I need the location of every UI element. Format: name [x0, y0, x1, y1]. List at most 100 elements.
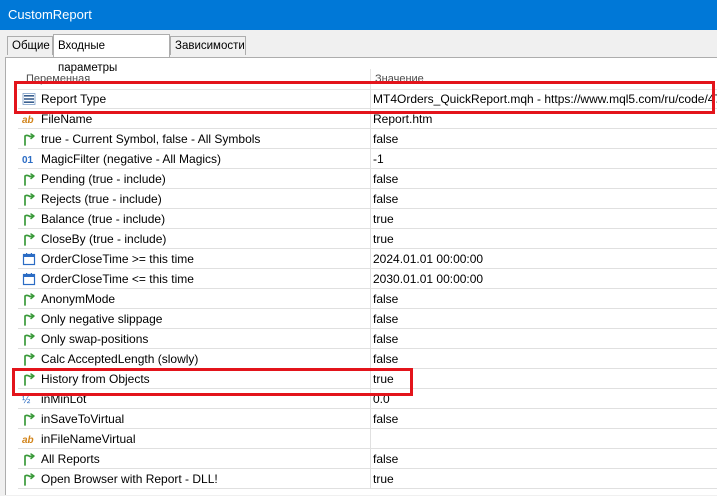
param-row[interactable]: OrderCloseTime >= this time 2024.01.01 00…: [18, 249, 717, 269]
param-value[interactable]: 0.0: [373, 392, 390, 406]
param-row[interactable]: true - Current Symbol, false - All Symbo…: [18, 129, 717, 149]
title-bar: CustomReport: [0, 0, 717, 30]
param-value[interactable]: false: [373, 352, 398, 366]
param-row[interactable]: ab FileName Report.htm: [18, 109, 717, 129]
column-separator: [370, 89, 371, 109]
bool-icon: [22, 172, 36, 186]
param-value[interactable]: 2030.01.01 00:00:00: [373, 272, 483, 286]
calendar-icon: [22, 272, 36, 286]
bool-icon: [22, 232, 36, 246]
param-value[interactable]: Report.htm: [373, 112, 432, 126]
column-separator: [370, 109, 371, 129]
column-separator: [370, 409, 371, 429]
param-value[interactable]: false: [373, 192, 398, 206]
param-value[interactable]: false: [373, 132, 398, 146]
param-name: Calc AcceptedLength (slowly): [41, 352, 199, 366]
param-row[interactable]: Only negative slippage false: [18, 309, 717, 329]
column-separator: [370, 269, 371, 289]
grid-header: Переменная Значение: [18, 69, 717, 90]
parameters-grid: Переменная Значение Report Type MT4Orders…: [18, 69, 717, 496]
bool-icon: [22, 192, 36, 206]
bool-icon: [22, 372, 36, 386]
param-name: OrderCloseTime <= this time: [41, 272, 194, 286]
param-row[interactable]: Rejects (true - include) false: [18, 189, 717, 209]
param-row[interactable]: AnonymMode false: [18, 289, 717, 309]
column-separator: [370, 449, 371, 469]
tab-strip: Общие Входные параметры Зависимости: [0, 34, 717, 74]
param-value[interactable]: false: [373, 312, 398, 326]
param-row[interactable]: OrderCloseTime <= this time 2030.01.01 00…: [18, 269, 717, 289]
param-name: Rejects (true - include): [41, 192, 162, 206]
bool-icon: [22, 352, 36, 366]
bool-icon: [22, 132, 36, 146]
param-row[interactable]: Open Browser with Report - DLL! true: [18, 469, 717, 489]
param-row[interactable]: Balance (true - include) true: [18, 209, 717, 229]
column-separator: [370, 209, 371, 229]
column-separator: [370, 229, 371, 249]
tab-general[interactable]: Общие: [7, 36, 53, 55]
param-name: Only swap-positions: [41, 332, 149, 346]
param-value[interactable]: MT4Orders_QuickReport.mqh - https://www.…: [373, 92, 717, 106]
param-row[interactable]: Pending (true - include) false: [18, 169, 717, 189]
param-name: inMinLot: [41, 392, 87, 406]
tab-dependencies[interactable]: Зависимости: [170, 36, 246, 55]
column-separator: [370, 249, 371, 269]
column-separator: [370, 389, 371, 409]
window-title: CustomReport: [8, 7, 92, 22]
param-name: Open Browser with Report - DLL!: [41, 472, 218, 486]
param-value[interactable]: false: [373, 172, 398, 186]
param-name: FileName: [41, 112, 93, 126]
param-row[interactable]: History from Objects true: [18, 369, 717, 389]
param-row[interactable]: Report Type MT4Orders_QuickReport.mqh - h…: [18, 89, 717, 109]
bool-icon: [22, 412, 36, 426]
param-row[interactable]: 01 MagicFilter (negative - All Magics) -1: [18, 149, 717, 169]
param-value[interactable]: false: [373, 332, 398, 346]
column-separator: [370, 469, 371, 489]
param-row[interactable]: ½ inMinLot 0.0: [18, 389, 717, 409]
double-icon: ½: [22, 395, 31, 406]
param-row[interactable]: Calc AcceptedLength (slowly) false: [18, 349, 717, 369]
param-name: Balance (true - include): [41, 212, 166, 226]
calendar-icon: [22, 252, 36, 266]
param-name: CloseBy (true - include): [41, 232, 167, 246]
parameters-panel: Переменная Значение Report Type MT4Orders…: [5, 57, 717, 495]
column-separator: [370, 329, 371, 349]
column-separator: [370, 189, 371, 209]
param-name: Pending (true - include): [41, 172, 166, 186]
param-value[interactable]: false: [373, 292, 398, 306]
param-value[interactable]: 2024.01.01 00:00:00: [373, 252, 483, 266]
param-name: MagicFilter (negative - All Magics): [41, 152, 222, 166]
param-value[interactable]: -1: [373, 152, 384, 166]
bool-icon: [22, 292, 36, 306]
param-value[interactable]: true: [373, 472, 394, 486]
column-separator: [370, 369, 371, 389]
column-separator: [370, 149, 371, 169]
list-icon: [22, 92, 36, 106]
header-separator[interactable]: [370, 69, 371, 89]
param-value[interactable]: true: [373, 212, 394, 226]
param-name: Report Type: [41, 92, 107, 106]
column-separator: [370, 429, 371, 449]
param-name: inSaveToVirtual: [41, 412, 125, 426]
param-value[interactable]: false: [373, 412, 398, 426]
int-icon: 01: [22, 155, 34, 166]
header-value[interactable]: Значение: [375, 73, 424, 85]
param-row[interactable]: Only swap-positions false: [18, 329, 717, 349]
param-row[interactable]: ab inFileNameVirtual: [18, 429, 717, 449]
param-row[interactable]: CloseBy (true - include) true: [18, 229, 717, 249]
param-row[interactable]: All Reports false: [18, 449, 717, 469]
param-value[interactable]: false: [373, 452, 398, 466]
bool-icon: [22, 212, 36, 226]
bool-icon: [22, 332, 36, 346]
param-name: true - Current Symbol, false - All Symbo…: [41, 132, 261, 146]
column-separator: [370, 169, 371, 189]
param-name: OrderCloseTime >= this time: [41, 252, 194, 266]
column-separator: [370, 349, 371, 369]
param-value[interactable]: true: [373, 372, 394, 386]
tab-input-parameters[interactable]: Входные параметры: [53, 34, 170, 74]
bool-icon: [22, 472, 36, 486]
param-value[interactable]: true: [373, 232, 394, 246]
column-separator: [370, 309, 371, 329]
bool-icon: [22, 312, 36, 326]
param-row[interactable]: inSaveToVirtual false: [18, 409, 717, 429]
